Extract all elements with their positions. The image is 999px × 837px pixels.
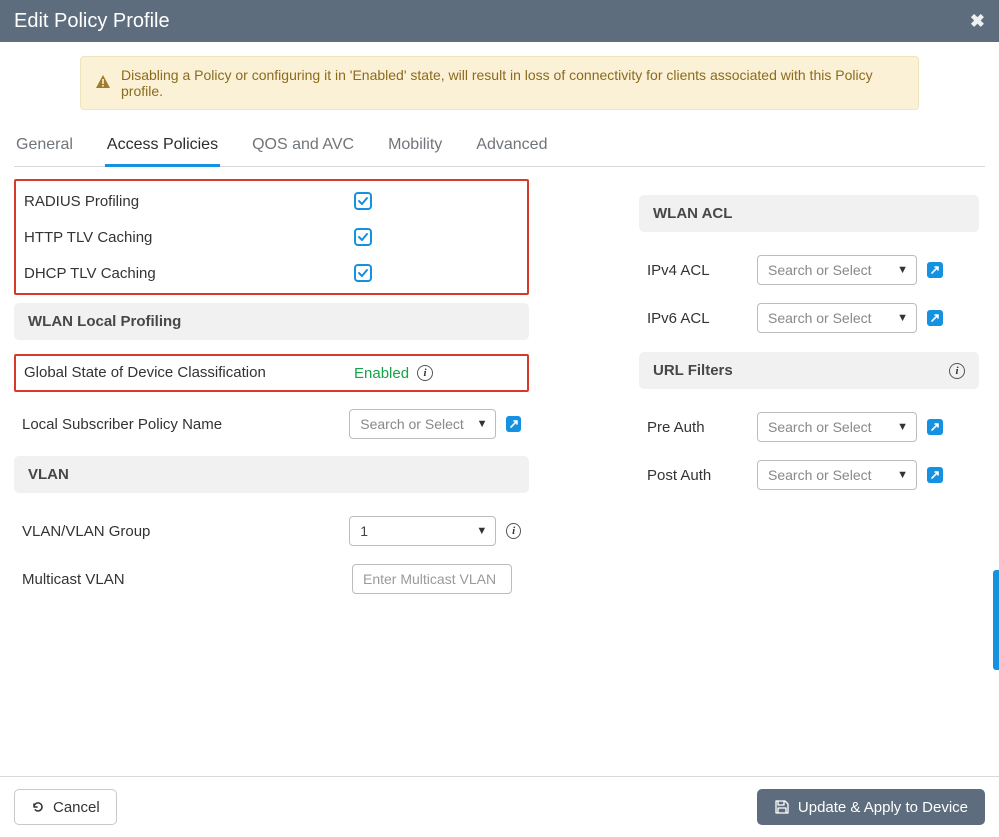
tab-bar: General Access Policies QOS and AVC Mobi… <box>14 128 985 167</box>
local-subscriber-policy-name-select[interactable]: Search or Select ▼ <box>349 409 496 439</box>
wlan-acl-header: WLAN ACL <box>639 195 979 232</box>
wlan-local-profiling-header: WLAN Local Profiling <box>14 303 529 340</box>
select-placeholder: Search or Select <box>768 310 872 326</box>
chevron-down-icon: ▼ <box>897 469 908 481</box>
update-apply-button-label: Update & Apply to Device <box>798 799 968 816</box>
save-icon <box>774 799 790 815</box>
vlan-header-text: VLAN <box>28 466 69 483</box>
pre-auth-select[interactable]: Search or Select ▼ <box>757 412 917 442</box>
select-placeholder: Search or Select <box>768 262 872 278</box>
tab-advanced[interactable]: Advanced <box>474 128 549 166</box>
post-auth-label: Post Auth <box>647 467 757 484</box>
info-icon[interactable]: i <box>417 365 433 381</box>
radius-profiling-label: RADIUS Profiling <box>24 193 324 210</box>
cancel-button-label: Cancel <box>53 799 100 816</box>
tab-access-policies[interactable]: Access Policies <box>105 128 220 167</box>
url-filters-header-text: URL Filters <box>653 362 733 379</box>
undo-icon <box>31 800 45 814</box>
popout-icon[interactable] <box>927 262 943 278</box>
warning-icon <box>95 74 111 93</box>
cancel-button[interactable]: Cancel <box>14 789 117 825</box>
chevron-down-icon: ▼ <box>897 264 908 276</box>
post-auth-select[interactable]: Search or Select ▼ <box>757 460 917 490</box>
info-icon[interactable]: i <box>949 363 965 379</box>
wlan-local-profiling-header-text: WLAN Local Profiling <box>28 313 181 330</box>
tab-mobility[interactable]: Mobility <box>386 128 444 166</box>
tab-general[interactable]: General <box>14 128 75 166</box>
popout-icon[interactable] <box>506 416 521 432</box>
select-placeholder: Search or Select <box>768 419 872 435</box>
popout-icon[interactable] <box>927 419 943 435</box>
http-tlv-caching-checkbox[interactable] <box>354 228 372 246</box>
url-filters-header: URL Filters i <box>639 352 979 389</box>
select-value: 1 <box>360 523 368 539</box>
modal-footer: Cancel Update & Apply to Device <box>0 776 999 837</box>
warning-banner: Disabling a Policy or configuring it in … <box>80 56 919 110</box>
modal-titlebar: Edit Policy Profile ✖ <box>0 0 999 42</box>
wlan-acl-header-text: WLAN ACL <box>653 205 732 222</box>
chevron-down-icon: ▼ <box>897 421 908 433</box>
chevron-down-icon: ▼ <box>897 312 908 324</box>
dhcp-tlv-caching-label: DHCP TLV Caching <box>24 265 324 282</box>
ipv4-acl-label: IPv4 ACL <box>647 262 757 279</box>
ipv6-acl-label: IPv6 ACL <box>647 310 757 327</box>
warning-text: Disabling a Policy or configuring it in … <box>121 67 904 99</box>
dhcp-tlv-caching-checkbox[interactable] <box>354 264 372 282</box>
pre-auth-label: Pre Auth <box>647 419 757 436</box>
update-apply-button[interactable]: Update & Apply to Device <box>757 789 985 825</box>
vlan-vlan-group-select[interactable]: 1 ▼ <box>349 516 496 546</box>
popout-icon[interactable] <box>927 310 943 326</box>
side-accent-strip <box>993 570 999 670</box>
device-classification-highlight-box: Global State of Device Classification En… <box>14 354 529 392</box>
info-icon[interactable]: i <box>506 523 521 539</box>
radius-profiling-checkbox[interactable] <box>354 192 372 210</box>
ipv4-acl-select[interactable]: Search or Select ▼ <box>757 255 917 285</box>
modal-title: Edit Policy Profile <box>14 10 170 33</box>
vlan-header: VLAN <box>14 456 529 493</box>
close-icon[interactable]: ✖ <box>970 11 985 32</box>
profiling-highlight-box: RADIUS Profiling HTTP TLV Caching DHCP T… <box>14 179 529 295</box>
popout-icon[interactable] <box>927 467 943 483</box>
multicast-vlan-input[interactable] <box>352 564 512 594</box>
select-placeholder: Search or Select <box>768 467 872 483</box>
chevron-down-icon: ▼ <box>477 418 488 430</box>
local-subscriber-policy-name-label: Local Subscriber Policy Name <box>22 416 322 433</box>
chevron-down-icon: ▼ <box>476 525 487 537</box>
select-placeholder: Search or Select <box>360 416 464 432</box>
ipv6-acl-select[interactable]: Search or Select ▼ <box>757 303 917 333</box>
vlan-vlan-group-label: VLAN/VLAN Group <box>22 523 322 540</box>
tab-qos-and-avc[interactable]: QOS and AVC <box>250 128 356 166</box>
http-tlv-caching-label: HTTP TLV Caching <box>24 229 324 246</box>
global-state-device-classification-label: Global State of Device Classification <box>24 364 324 382</box>
multicast-vlan-label: Multicast VLAN <box>22 571 322 588</box>
global-state-device-classification-value: Enabled <box>354 365 409 382</box>
